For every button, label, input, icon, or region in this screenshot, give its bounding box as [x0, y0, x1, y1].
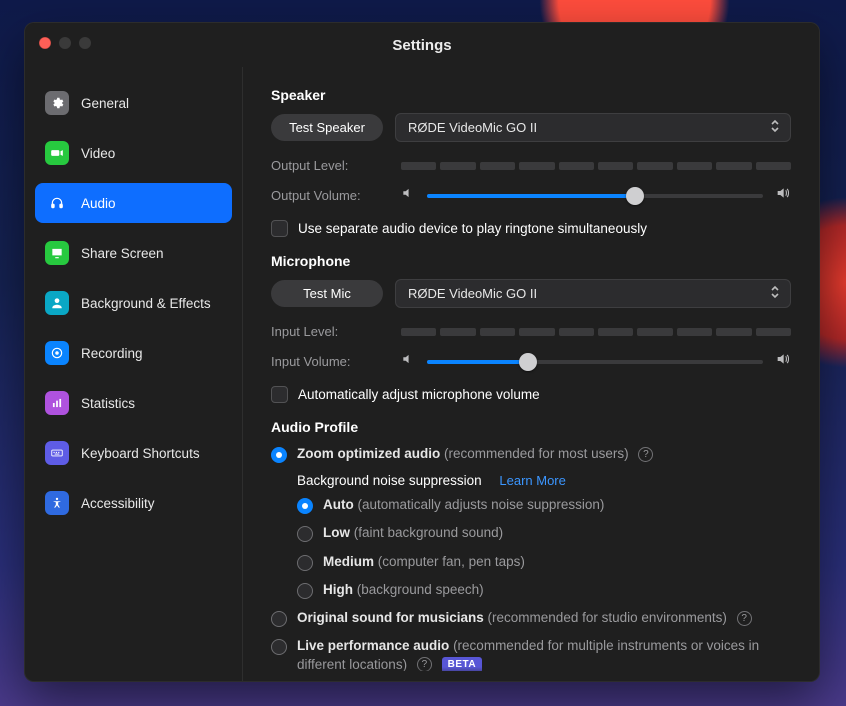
output-volume-label: Output Volume: — [271, 188, 401, 203]
test-mic-button[interactable]: Test Mic — [271, 280, 383, 307]
input-volume-label: Input Volume: — [271, 354, 401, 369]
zoom-optimized-hint: (recommended for most users) — [444, 446, 629, 461]
keyboard-icon — [45, 441, 69, 465]
sidebar-item-video[interactable]: Video — [35, 133, 232, 173]
sidebar-item-label: Audio — [81, 196, 116, 211]
output-volume-slider[interactable] — [427, 187, 763, 205]
bg-noise-auto-hint: (automatically adjusts noise suppression… — [358, 497, 605, 512]
sidebar-item-recording[interactable]: Recording — [35, 333, 232, 373]
bg-noise-heading: Background noise suppression — [297, 473, 482, 488]
help-icon[interactable]: ? — [638, 447, 653, 462]
sidebar-item-share-screen[interactable]: Share Screen — [35, 233, 232, 273]
minimize-button[interactable] — [59, 37, 71, 49]
sidebar-item-label: Statistics — [81, 396, 135, 411]
original-sound-hint: (recommended for studio environments) — [488, 610, 727, 625]
sidebar-item-background-effects[interactable]: Background & Effects — [35, 283, 232, 323]
sidebar-item-label: Recording — [81, 346, 143, 361]
volume-high-icon — [775, 185, 791, 206]
volume-low-icon — [401, 352, 415, 371]
sidebar-item-keyboard-shortcuts[interactable]: Keyboard Shortcuts — [35, 433, 232, 473]
bg-noise-auto-radio[interactable] — [297, 498, 313, 514]
chevron-updown-icon — [770, 119, 780, 136]
auto-adjust-mic-label: Automatically adjust microphone volume — [298, 387, 540, 402]
speaker-heading: Speaker — [271, 87, 791, 103]
input-volume-slider[interactable] — [427, 353, 763, 371]
camera-icon — [45, 141, 69, 165]
speaker-device-value: RØDE VideoMic GO II — [408, 120, 537, 135]
input-level-label: Input Level: — [271, 324, 401, 339]
ringtone-separate-device-label: Use separate audio device to play ringto… — [298, 221, 647, 236]
live-performance-label: Live performance audio — [297, 638, 449, 653]
ringtone-separate-device-checkbox[interactable] — [271, 220, 288, 237]
share-screen-icon — [45, 241, 69, 265]
auto-adjust-mic-checkbox[interactable] — [271, 386, 288, 403]
sidebar: General Video Audio Share Screen — [25, 67, 243, 681]
record-icon — [45, 341, 69, 365]
zoom-optimized-label: Zoom optimized audio — [297, 446, 440, 461]
content: General Video Audio Share Screen — [25, 67, 819, 681]
sidebar-item-audio[interactable]: Audio — [35, 183, 232, 223]
microphone-device-value: RØDE VideoMic GO II — [408, 286, 537, 301]
original-sound-label: Original sound for musicians — [297, 610, 484, 625]
sidebar-item-accessibility[interactable]: Accessibility — [35, 483, 232, 523]
help-icon[interactable]: ? — [417, 657, 432, 671]
original-sound-radio[interactable] — [271, 611, 287, 627]
bg-noise-high-hint: (background speech) — [357, 582, 484, 597]
test-speaker-button[interactable]: Test Speaker — [271, 114, 383, 141]
maximize-button[interactable] — [79, 37, 91, 49]
bg-noise-high-radio[interactable] — [297, 583, 313, 599]
sidebar-item-label: Keyboard Shortcuts — [81, 446, 200, 461]
chevron-updown-icon — [770, 285, 780, 302]
input-level-meter — [401, 328, 791, 336]
headphones-icon — [45, 191, 69, 215]
bg-noise-high-label: High — [323, 582, 353, 597]
traffic-lights — [39, 37, 91, 49]
volume-high-icon — [775, 351, 791, 372]
zoom-optimized-radio[interactable] — [271, 447, 287, 463]
bg-noise-medium-label: Medium — [323, 554, 374, 569]
microphone-heading: Microphone — [271, 253, 791, 269]
sidebar-item-label: Video — [81, 146, 115, 161]
help-icon[interactable]: ? — [737, 611, 752, 626]
speaker-device-select[interactable]: RØDE VideoMic GO II — [395, 113, 791, 142]
accessibility-icon — [45, 491, 69, 515]
sidebar-item-statistics[interactable]: Statistics — [35, 383, 232, 423]
titlebar: Settings — [25, 23, 819, 67]
gear-icon — [45, 91, 69, 115]
bg-noise-low-label: Low — [323, 525, 350, 540]
volume-low-icon — [401, 186, 415, 205]
bg-noise-medium-radio[interactable] — [297, 555, 313, 571]
sidebar-item-label: Share Screen — [81, 246, 164, 261]
sidebar-item-general[interactable]: General — [35, 83, 232, 123]
output-level-meter — [401, 162, 791, 170]
audio-settings-panel: Speaker Test Speaker RØDE VideoMic GO II… — [243, 67, 819, 681]
bg-noise-low-radio[interactable] — [297, 526, 313, 542]
live-performance-radio[interactable] — [271, 639, 287, 655]
window-title: Settings — [25, 37, 819, 54]
settings-window: Settings General Video Audio — [24, 22, 820, 682]
microphone-device-select[interactable]: RØDE VideoMic GO II — [395, 279, 791, 308]
learn-more-link[interactable]: Learn More — [499, 473, 565, 488]
bg-noise-medium-hint: (computer fan, pen taps) — [378, 554, 525, 569]
bars-icon — [45, 391, 69, 415]
output-level-label: Output Level: — [271, 158, 401, 173]
bg-noise-low-hint: (faint background sound) — [354, 525, 503, 540]
person-icon — [45, 291, 69, 315]
sidebar-item-label: General — [81, 96, 129, 111]
audio-profile-heading: Audio Profile — [271, 419, 791, 435]
bg-noise-auto-label: Auto — [323, 497, 354, 512]
sidebar-item-label: Accessibility — [81, 496, 155, 511]
beta-badge: BETA — [442, 657, 482, 671]
sidebar-item-label: Background & Effects — [81, 296, 211, 311]
close-button[interactable] — [39, 37, 51, 49]
